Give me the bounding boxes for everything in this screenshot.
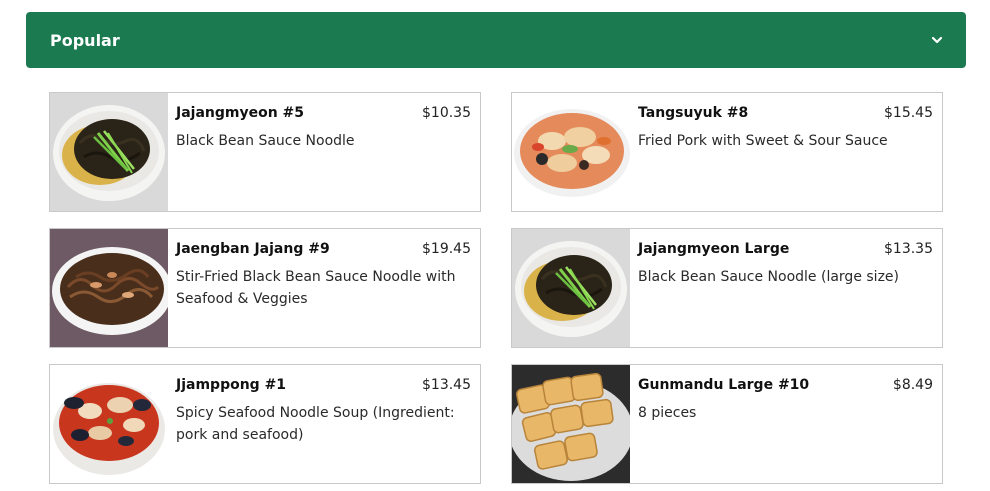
item-description: Black Bean Sauce Noodle xyxy=(176,133,355,149)
menu-page: Popular Jajangmyeon #5 $10.35 Black Bean… xyxy=(0,0,990,491)
item-name: Jaengban Jajang #9 xyxy=(176,241,330,257)
item-name: Gunmandu Large #10 xyxy=(638,377,810,393)
jajangmyeon-photo xyxy=(50,93,168,211)
item-price: $8.49 xyxy=(892,377,933,393)
jjamppong-photo xyxy=(50,365,168,483)
item-description: 8 pieces xyxy=(638,405,697,421)
item-description: Black Bean Sauce Noodle (large size) xyxy=(638,269,899,285)
menu-item-card[interactable]: Gunmandu Large #10 $8.49 8 pieces xyxy=(511,364,943,484)
item-price: $19.45 xyxy=(422,241,471,257)
section-title: Popular xyxy=(50,30,120,50)
chevron-down-icon[interactable] xyxy=(930,33,944,47)
menu-item-card[interactable]: Jajangmyeon #5 $10.35 Black Bean Sauce N… xyxy=(49,92,481,212)
menu-item-card[interactable]: Jaengban Jajang #9 $19.45 Stir-Fried Bla… xyxy=(49,228,481,348)
item-description: Spicy Seafood Noodle Soup (Ingredient: p… xyxy=(176,405,455,443)
tangsuyuk-photo xyxy=(512,93,630,211)
item-name: Jajangmyeon #5 xyxy=(176,105,305,121)
menu-item-card[interactable]: Tangsuyuk #8 $15.45 Fried Pork with Swee… xyxy=(511,92,943,212)
item-price: $13.45 xyxy=(422,377,471,393)
menu-item-card[interactable]: Jjamppong #1 $13.45 Spicy Seafood Noodle… xyxy=(49,364,481,484)
item-name: Tangsuyuk #8 xyxy=(638,105,749,121)
item-description: Fried Pork with Sweet & Sour Sauce xyxy=(638,133,888,149)
item-name: Jjamppong #1 xyxy=(176,377,287,393)
menu-grid: Jajangmyeon #5 $10.35 Black Bean Sauce N… xyxy=(49,92,943,484)
jaengban-jajang-photo xyxy=(50,229,168,347)
item-price: $10.35 xyxy=(422,105,471,121)
jajangmyeon-photo xyxy=(512,229,630,347)
item-price: $13.35 xyxy=(884,241,933,257)
item-description: Stir-Fried Black Bean Sauce Noodle with … xyxy=(176,269,456,307)
menu-item-card[interactable]: Jajangmyeon Large $13.35 Black Bean Sauc… xyxy=(511,228,943,348)
popular-section-header[interactable]: Popular xyxy=(26,12,966,68)
gunmandu-photo xyxy=(512,365,630,483)
item-name: Jajangmyeon Large xyxy=(638,241,790,257)
item-price: $15.45 xyxy=(884,105,933,121)
